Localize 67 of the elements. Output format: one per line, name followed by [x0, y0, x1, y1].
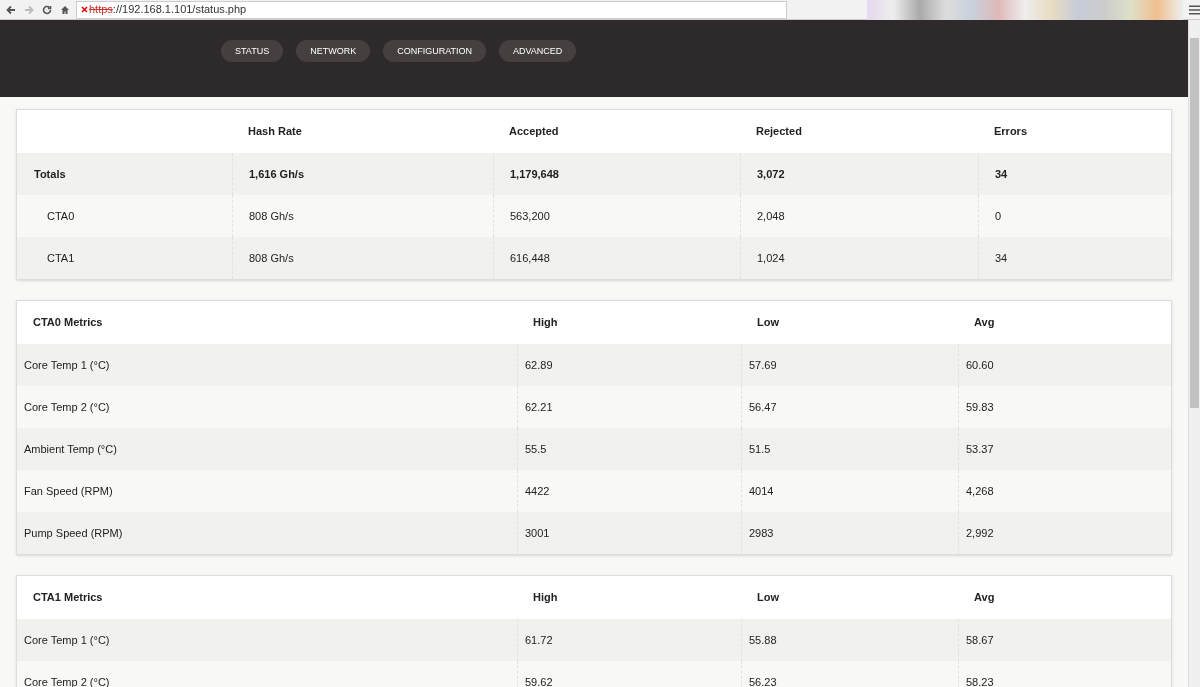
- scrollbar[interactable]: [1188, 20, 1200, 687]
- table-cell-text: 59.83: [966, 399, 994, 415]
- column-header: Errors: [994, 125, 1028, 138]
- table-cell-text: 56.47: [749, 399, 777, 415]
- reload-icon[interactable]: [42, 4, 52, 15]
- table-cell-text: 4,268: [966, 483, 994, 499]
- table-cell-text: 34: [995, 166, 1008, 182]
- table-cell-text: 51.5: [749, 441, 771, 457]
- table-cell-text: CTA0: [47, 208, 75, 224]
- table-cell-text: 0: [995, 208, 1002, 224]
- column-header: Avg: [974, 316, 995, 329]
- table-cell-text: 53.37: [966, 441, 994, 457]
- nav-button[interactable]: STATUS: [221, 40, 284, 62]
- table-cell-text: 4422: [525, 483, 550, 499]
- column-header: High: [533, 591, 558, 604]
- table-cell-text: 55.88: [749, 632, 777, 648]
- column-header: High: [533, 316, 558, 329]
- back-icon[interactable]: [6, 4, 16, 15]
- nav-button[interactable]: NETWORK: [296, 40, 371, 62]
- table-cell-text: 60.60: [966, 357, 994, 373]
- column-header: Avg: [974, 591, 995, 604]
- table-cell-text: 3,072: [757, 166, 785, 182]
- url-scheme: https: [89, 4, 113, 15]
- table-cell-text: 808 Gh/s: [249, 208, 294, 224]
- nav-button[interactable]: CONFIGURATION: [383, 40, 486, 62]
- table-cell-text: 808 Gh/s: [249, 250, 294, 266]
- home-icon[interactable]: [60, 4, 70, 15]
- table-cell-text: 2,992: [966, 525, 994, 541]
- table-cell-text: 563,200: [510, 208, 550, 224]
- table-cell-text: 2983: [749, 525, 774, 541]
- column-header: Rejected: [756, 125, 802, 138]
- nav-button[interactable]: ADVANCED: [499, 40, 577, 62]
- table-cell-text: Totals: [34, 166, 66, 182]
- column-header: Hash Rate: [248, 125, 302, 138]
- insecure-icon: [81, 6, 88, 13]
- table-cell-text: 1,024: [757, 250, 785, 266]
- table-cell-text: Core Temp 1 (°C): [24, 632, 110, 648]
- table-cell-text: Fan Speed (RPM): [24, 483, 113, 499]
- table-cell-text: 61.72: [525, 632, 553, 648]
- table-cell-text: 2,048: [757, 208, 785, 224]
- table-cell-text: 58.23: [966, 674, 994, 687]
- table-cell-text: 1,179,648: [510, 166, 559, 182]
- table-cell-text: 616,448: [510, 250, 550, 266]
- url-text: ://192.168.1.101/status.php: [112, 4, 247, 15]
- table-cell-text: 1,616 Gh/s: [249, 166, 305, 182]
- table-cell-text: 62.89: [525, 357, 553, 373]
- table-cell-text: 3001: [525, 525, 550, 541]
- table-cell-text: 4014: [749, 483, 774, 499]
- column-header: Accepted: [509, 125, 559, 138]
- table-cell-text: Core Temp 2 (°C): [24, 399, 110, 415]
- table-cell-text: 34: [995, 250, 1008, 266]
- table-cell-text: 58.67: [966, 632, 994, 648]
- address-bar[interactable]: https://192.168.1.101/status.php: [76, 0, 787, 19]
- table-cell-text: Core Temp 1 (°C): [24, 357, 110, 373]
- column-header: CTA1 Metrics: [33, 591, 103, 604]
- table-cell-text: 62.21: [525, 399, 553, 415]
- table-cell-text: 56.23: [749, 674, 777, 687]
- table-cell-text: 59.62: [525, 674, 553, 687]
- table-cell-text: Pump Speed (RPM): [24, 525, 123, 541]
- column-header: Low: [757, 591, 779, 604]
- table-cell-text: 55.5: [525, 441, 547, 457]
- table-cell-text: 57.69: [749, 357, 777, 373]
- table-cell-text: CTA1: [47, 250, 75, 266]
- column-header: CTA0 Metrics: [33, 316, 103, 329]
- table-cell-text: Ambient Temp (°C): [24, 441, 117, 457]
- column-header: Low: [757, 316, 779, 329]
- menu-icon[interactable]: [1188, 4, 1200, 15]
